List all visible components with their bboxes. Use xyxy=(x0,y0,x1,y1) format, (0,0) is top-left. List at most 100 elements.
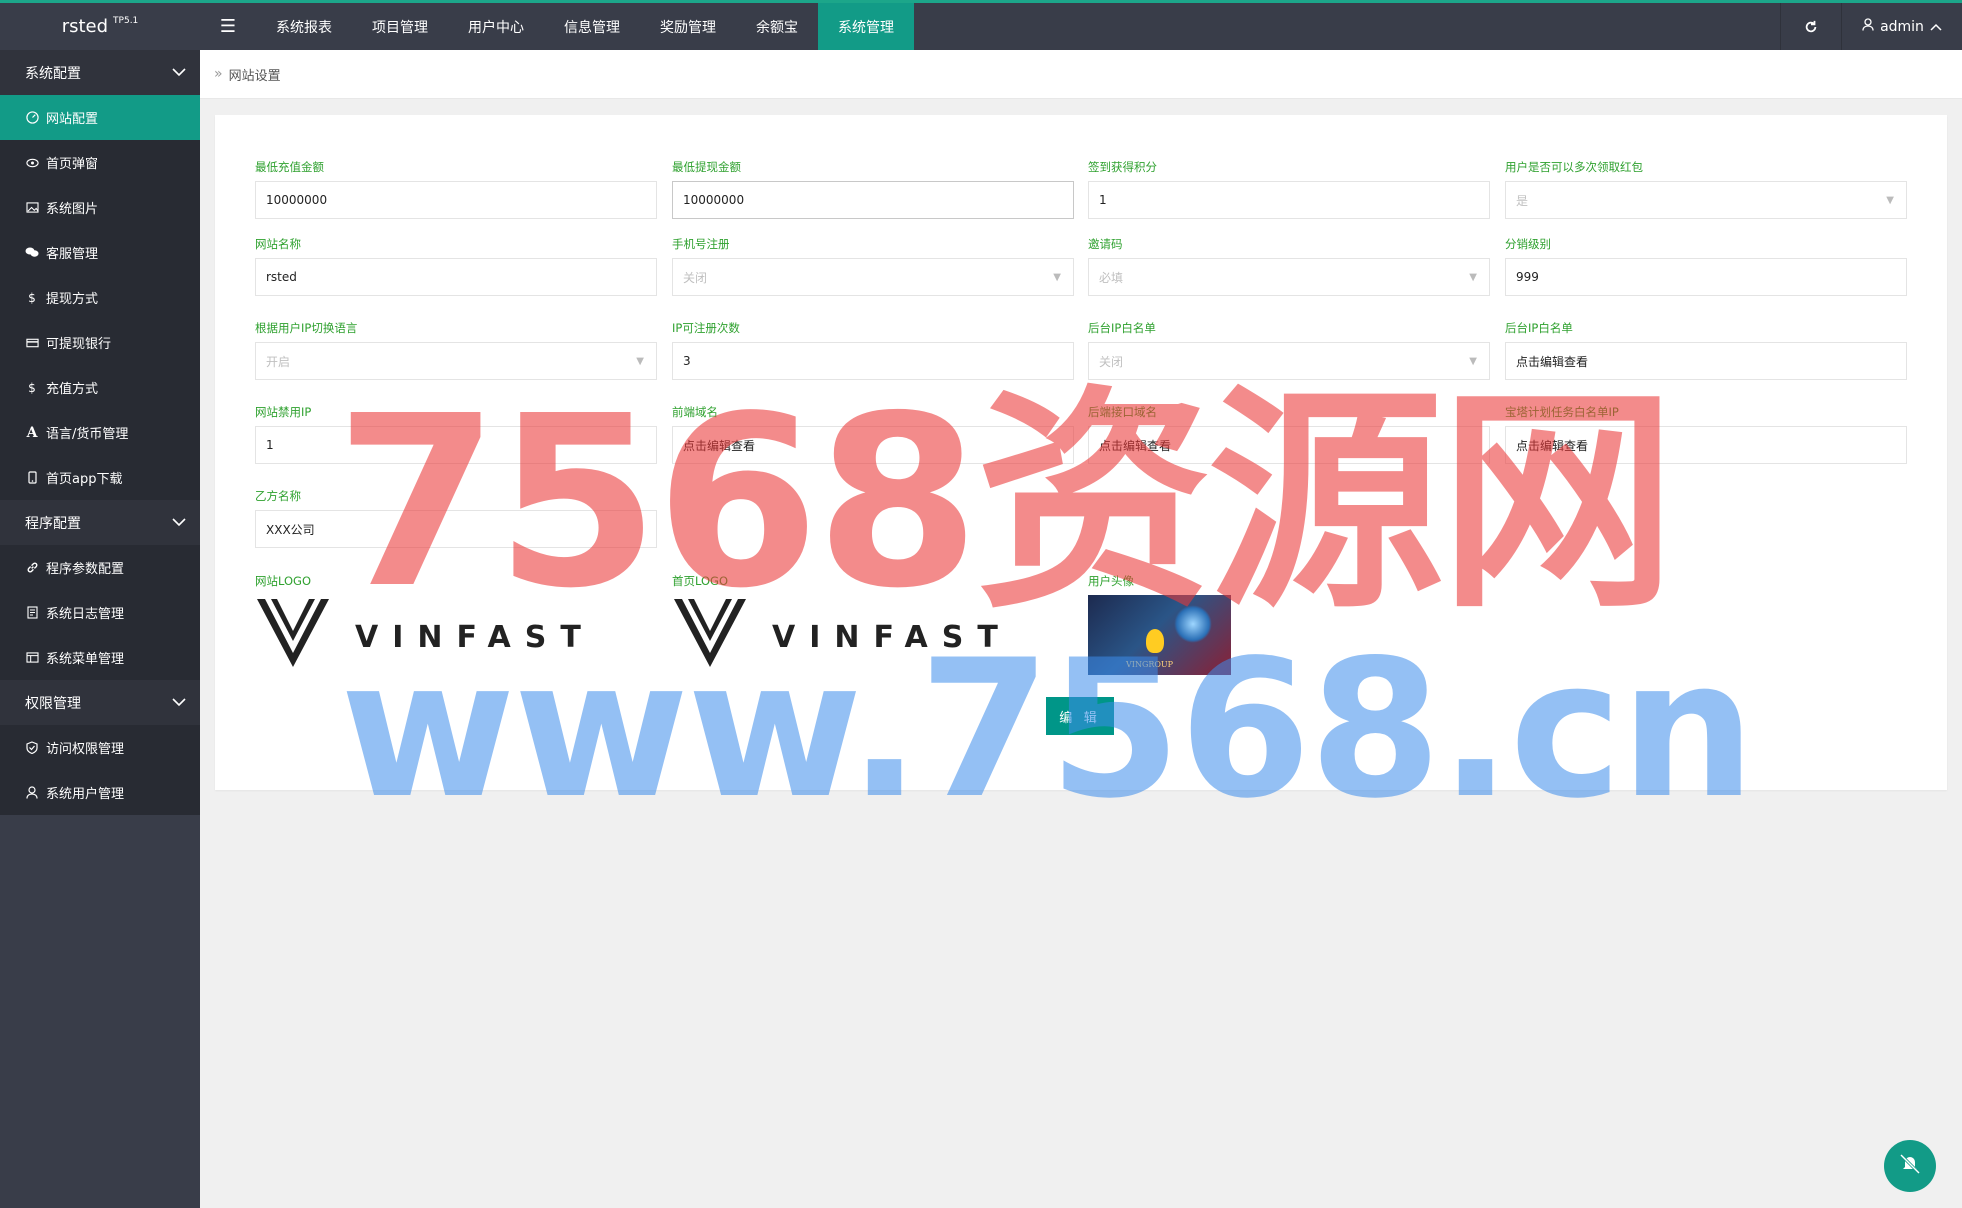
invite-code-select[interactable]: 必填 ▼ xyxy=(1088,258,1490,296)
topnav-item-info[interactable]: 信息管理 xyxy=(544,3,640,50)
topnav-item-reports[interactable]: 系统报表 xyxy=(256,3,352,50)
caret-down-icon: ▼ xyxy=(1469,271,1477,283)
min-withdraw-input[interactable]: 10000000 xyxy=(672,181,1074,219)
field-label: 最低提现金额 xyxy=(672,160,741,174)
field-label: IP可注册次数 xyxy=(672,321,740,335)
sign-points-input[interactable]: 1 xyxy=(1088,181,1490,219)
dashboard-icon xyxy=(25,111,39,124)
user-name: admin xyxy=(1880,18,1924,35)
caret-down-icon: ▼ xyxy=(1053,271,1061,283)
mobile-icon xyxy=(25,471,39,484)
double-chevron-right-icon: » xyxy=(214,66,223,82)
sidebar-item-program-params[interactable]: 程序参数配置 xyxy=(0,545,200,590)
file-icon xyxy=(25,606,39,619)
table-icon xyxy=(25,652,39,663)
breadcrumb-current: 网站设置 xyxy=(228,68,281,84)
field-min-recharge: 最低充值金额 10000000 xyxy=(255,159,657,219)
chevron-up-icon xyxy=(1930,19,1942,35)
sidebar-item-withdraw-banks[interactable]: 可提现银行 xyxy=(0,320,200,365)
sidebar-item-label: 网站配置 xyxy=(46,112,99,127)
sidebar-item-app-download[interactable]: 首页app下载 xyxy=(0,455,200,500)
select-value: 开启 xyxy=(266,354,291,369)
sidebar-group-label: 系统配置 xyxy=(25,65,81,82)
sidebar-item-system-menus[interactable]: 系统菜单管理 xyxy=(0,635,200,680)
user-menu[interactable]: admin xyxy=(1841,3,1962,50)
sidebar: 系统配置 网站配置 首页弹窗 系统图片 客服管理 $ 提现方式 可提现银行 $ … xyxy=(0,50,200,1208)
distribution-level-input[interactable]: 999 xyxy=(1505,258,1907,296)
caret-down-icon: ▼ xyxy=(1886,194,1894,206)
eye-icon xyxy=(25,158,39,168)
phone-register-select[interactable]: 关闭 ▼ xyxy=(672,258,1074,296)
sidebar-item-label: 首页app下载 xyxy=(46,472,123,487)
site-name-input[interactable]: rsted xyxy=(255,258,657,296)
topnav-item-users[interactable]: 用户中心 xyxy=(448,3,544,50)
sidebar-group-program-config[interactable]: 程序配置 xyxy=(0,500,200,545)
floating-help-button[interactable] xyxy=(1884,1140,1936,1192)
sidebar-item-language-currency[interactable]: A 语言/货币管理 xyxy=(0,410,200,455)
field-label: 最低充值金额 xyxy=(255,160,324,174)
sidebar-item-customer-service[interactable]: 客服管理 xyxy=(0,230,200,275)
sidebar-group-label: 权限管理 xyxy=(25,695,81,712)
sidebar-group-permissions[interactable]: 权限管理 xyxy=(0,680,200,725)
watermark-text-bottom: www.7568.cn xyxy=(340,619,1755,840)
app-version: TP5.1 xyxy=(113,15,139,26)
sidebar-item-label: 提现方式 xyxy=(46,292,99,307)
sidebar-item-label: 客服管理 xyxy=(46,247,99,262)
chevron-down-icon xyxy=(172,65,186,81)
field-label: 签到获得积分 xyxy=(1088,160,1157,174)
link-icon xyxy=(25,561,39,574)
sidebar-item-label: 访问权限管理 xyxy=(46,742,125,757)
user-icon xyxy=(1862,18,1874,35)
sidebar-item-system-logs[interactable]: 系统日志管理 xyxy=(0,590,200,635)
sidebar-item-site-config[interactable]: 网站配置 xyxy=(0,95,200,140)
dollar-icon: $ xyxy=(28,380,36,395)
app-name: rsted xyxy=(61,16,109,37)
top-right-tools: admin xyxy=(1780,3,1962,50)
top-navbar: rsted TP5.1 ☰ 系统报表 项目管理 用户中心 信息管理 奖励管理 余… xyxy=(0,3,1962,50)
field-site-name: 网站名称 rsted xyxy=(255,236,657,296)
card-icon xyxy=(25,338,39,348)
field-multi-redpack: 用户是否可以多次领取红包 是 ▼ xyxy=(1505,159,1907,219)
bell-off-icon xyxy=(1897,1151,1923,1181)
topnav-item-yuebao[interactable]: 余额宝 xyxy=(736,3,818,50)
breadcrumb: » 网站设置 xyxy=(200,50,1962,99)
sidebar-group-system-config[interactable]: 系统配置 xyxy=(0,50,200,95)
app-logo: rsted TP5.1 xyxy=(0,3,200,50)
sidebar-item-label: 系统日志管理 xyxy=(46,607,125,622)
sidebar-item-label: 首页弹窗 xyxy=(46,157,99,172)
sidebar-item-label: 充值方式 xyxy=(46,382,99,397)
topnav-item-rewards[interactable]: 奖励管理 xyxy=(640,3,736,50)
multi-redpack-select[interactable]: 是 ▼ xyxy=(1505,181,1907,219)
sidebar-item-withdraw-methods[interactable]: $ 提现方式 xyxy=(0,275,200,320)
sidebar-item-system-images[interactable]: 系统图片 xyxy=(0,185,200,230)
field-label: 后台IP白名单 xyxy=(1505,321,1573,335)
sidebar-item-system-users[interactable]: 系统用户管理 xyxy=(0,770,200,815)
topnav-item-system[interactable]: 系统管理 xyxy=(818,3,914,50)
sidebar-item-label: 系统菜单管理 xyxy=(46,652,125,667)
refresh-icon[interactable] xyxy=(1780,3,1841,50)
chevron-down-icon xyxy=(172,515,186,531)
sidebar-item-home-popup[interactable]: 首页弹窗 xyxy=(0,140,200,185)
image-icon xyxy=(25,202,39,213)
top-nav: 系统报表 项目管理 用户中心 信息管理 奖励管理 余额宝 系统管理 xyxy=(256,3,914,50)
topnav-item-projects[interactable]: 项目管理 xyxy=(352,3,448,50)
chat-icon xyxy=(25,247,39,258)
field-label: 后台IP白名单 xyxy=(1088,321,1156,335)
sidebar-item-label: 系统图片 xyxy=(46,202,99,217)
sidebar-item-label: 系统用户管理 xyxy=(46,787,125,802)
sidebar-item-label: 可提现银行 xyxy=(46,337,112,352)
select-value: 必填 xyxy=(1099,270,1124,285)
field-distribution-level: 分销级别 999 xyxy=(1505,236,1907,296)
chevron-down-icon xyxy=(172,695,186,711)
sidebar-item-access-permissions[interactable]: 访问权限管理 xyxy=(0,725,200,770)
sidebar-group-label: 程序配置 xyxy=(25,515,81,532)
field-label: 根据用户IP切换语言 xyxy=(255,321,358,335)
select-value: 关闭 xyxy=(683,270,708,285)
field-label: 用户是否可以多次领取红包 xyxy=(1505,160,1643,174)
sidebar-item-label: 程序参数配置 xyxy=(46,562,125,577)
min-recharge-input[interactable]: 10000000 xyxy=(255,181,657,219)
menu-toggle-icon[interactable]: ☰ xyxy=(200,3,256,50)
field-invite-code: 邀请码 必填 ▼ xyxy=(1088,236,1490,296)
sidebar-item-recharge-methods[interactable]: $ 充值方式 xyxy=(0,365,200,410)
sidebar-item-label: 语言/货币管理 xyxy=(46,427,129,442)
